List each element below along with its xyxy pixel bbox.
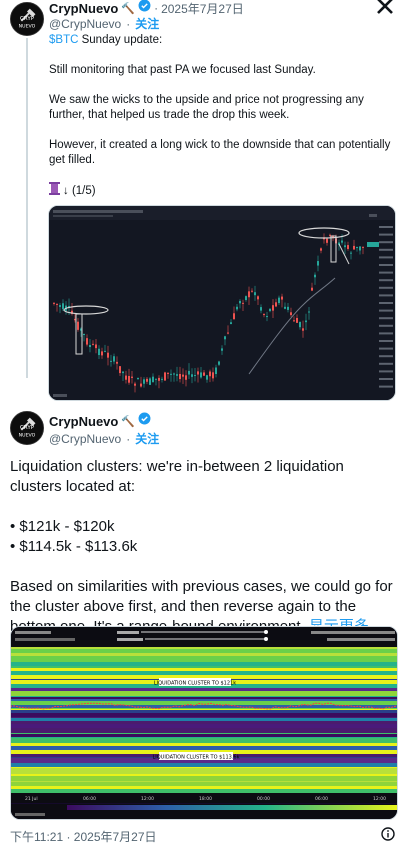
follow-button[interactable]: 关注 bbox=[135, 15, 159, 32]
paragraph-2: We saw the wicks to the upside and price… bbox=[49, 94, 364, 121]
heatmap-image[interactable]: LIQUIDATION CLUSTER TO $121k LIQUIDATION… bbox=[10, 626, 398, 820]
spool-icon bbox=[49, 182, 60, 200]
ticker-link[interactable]: $BTC bbox=[49, 34, 78, 46]
intro-text: Liquidation clusters: we're in-between 2… bbox=[10, 458, 344, 495]
tweet-text: Liquidation clusters: we're in-between 2… bbox=[10, 457, 398, 637]
handle[interactable]: @CrypNuevo bbox=[49, 17, 121, 31]
time-axis-label: 21 Jul bbox=[25, 796, 38, 802]
time-axis-label: 00:00 bbox=[257, 796, 270, 802]
author-line: CrypNuevo 🔨 bbox=[49, 412, 151, 430]
chart-image[interactable] bbox=[48, 205, 396, 401]
paragraph-1: Still monitoring that past PA we focused… bbox=[49, 64, 316, 76]
dot: · bbox=[126, 16, 131, 31]
thread-counter: ↓ (1/5) bbox=[63, 184, 96, 197]
info-icon[interactable] bbox=[381, 827, 395, 846]
display-name[interactable]: CrypNuevo bbox=[49, 414, 118, 429]
time-axis-label: 12:00 bbox=[373, 796, 386, 802]
tweet-date[interactable]: 2025年7月27日 bbox=[161, 0, 244, 17]
follow-button[interactable]: 关注 bbox=[135, 430, 159, 447]
tweet-text: $BTC Sunday update: Still monitoring tha… bbox=[49, 33, 399, 200]
time-axis-label: 12:00 bbox=[141, 796, 154, 802]
svg-text:CRYP: CRYP bbox=[20, 16, 35, 22]
svg-text:CRYP: CRYP bbox=[20, 425, 35, 431]
tweet-line-1: $BTC Sunday update: bbox=[49, 34, 163, 46]
handle[interactable]: @CrypNuevo bbox=[49, 432, 121, 446]
separator: · bbox=[154, 1, 159, 15]
paragraph-3: However, it created a long wick to the d… bbox=[49, 139, 391, 166]
time-axis-label: 06:00 bbox=[83, 796, 96, 802]
svg-text:NUEVO: NUEVO bbox=[19, 432, 36, 438]
handle-line: @CrypNuevo · 关注 bbox=[49, 430, 159, 447]
time-axis-label: 18:00 bbox=[199, 796, 212, 802]
hammer-icon: 🔨 bbox=[121, 2, 136, 15]
price-chart bbox=[49, 206, 395, 400]
bullet-2: • $114.5k - $113.6k bbox=[10, 538, 138, 555]
tweet-timestamp[interactable]: 下午11:21 · 2025年7月27日 bbox=[10, 828, 157, 845]
handle-line: @CrypNuevo · 关注 bbox=[49, 15, 159, 32]
time-axis-label: 06:00 bbox=[315, 796, 328, 802]
svg-text:NUEVO: NUEVO bbox=[19, 23, 36, 29]
verified-badge-icon bbox=[138, 412, 151, 430]
dot: · bbox=[126, 431, 131, 446]
close-icon[interactable] bbox=[375, 0, 395, 21]
hammer-icon: 🔨 bbox=[121, 415, 136, 428]
liquidation-heatmap: LIQUIDATION CLUSTER TO $121k LIQUIDATION… bbox=[11, 627, 397, 819]
avatar[interactable]: CRYP NUEVO bbox=[10, 411, 44, 445]
thread-line bbox=[26, 38, 28, 378]
svg-text:LIQUIDATION CLUSTER TO $113.6k: LIQUIDATION CLUSTER TO $113.6k bbox=[152, 755, 239, 761]
display-name[interactable]: CrypNuevo bbox=[49, 1, 118, 16]
svg-text:LIQUIDATION CLUSTER TO $121k: LIQUIDATION CLUSTER TO $121k bbox=[154, 681, 236, 687]
avatar[interactable]: CRYP NUEVO bbox=[10, 2, 44, 36]
thread-counter-line: ↓ (1/5) bbox=[49, 182, 399, 200]
bullet-1: • $121k - $120k bbox=[10, 518, 115, 535]
